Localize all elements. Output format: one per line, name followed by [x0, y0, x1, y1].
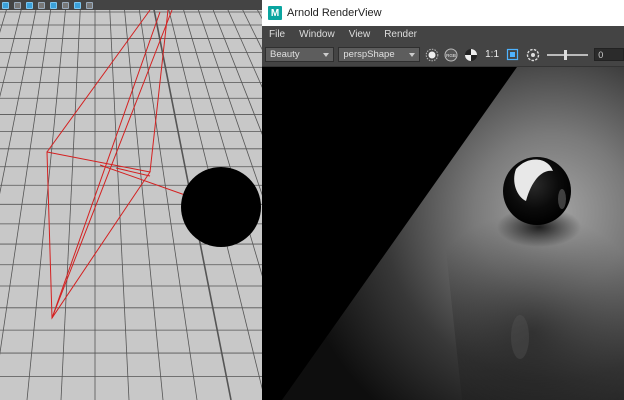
slider-track: [546, 53, 589, 56]
camera-frustum: [51, 11, 161, 319]
reflection-blob: [511, 315, 529, 359]
render-toolbar: Beauty perspShape RGB 1:1 0: [262, 43, 624, 67]
grid-line: [60, 0, 82, 400]
aov-dropdown[interactable]: Beauty: [265, 47, 335, 62]
maya-logo-icon: M: [268, 6, 282, 20]
menu-window[interactable]: Window: [299, 29, 335, 40]
sphere-rim-highlight: [558, 189, 566, 209]
render-image: [262, 67, 624, 400]
grid-line: [0, 0, 24, 98]
aov-selected: Beauty: [270, 49, 300, 60]
rgb-icon: RGB: [444, 48, 458, 61]
zoom-ratio-button[interactable]: 1:1: [485, 49, 499, 60]
crop-region-button[interactable]: [505, 47, 521, 63]
exposure-slider[interactable]: [545, 47, 591, 63]
viewport-toolbar: [0, 0, 262, 10]
grid-line: [108, 0, 130, 400]
title-bar: M Arnold RenderView: [262, 0, 624, 26]
aperture-icon: [526, 48, 539, 61]
menu-bar: File Window View Render: [262, 26, 624, 43]
sphere-icon[interactable]: [26, 1, 33, 9]
render-icon[interactable]: [86, 1, 93, 9]
chevron-down-icon: [408, 52, 415, 57]
grid-line: [0, 0, 10, 33]
rgb-channel-button[interactable]: RGB: [443, 47, 459, 63]
camera-frustum: [46, 9, 151, 153]
light-icon[interactable]: [62, 1, 69, 9]
rendered-scene: [262, 67, 624, 400]
perspective-viewport[interactable]: [0, 0, 262, 400]
camera-dropdown[interactable]: perspShape: [338, 47, 420, 62]
menu-render[interactable]: Render: [384, 29, 417, 40]
camera-icon[interactable]: [74, 1, 81, 9]
viewport-scene[interactable]: [0, 0, 262, 400]
exposure-button[interactable]: [525, 47, 541, 63]
slider-handle[interactable]: [563, 49, 567, 60]
sun-icon: [425, 48, 438, 61]
checker-icon[interactable]: [50, 1, 57, 9]
cube-icon[interactable]: [14, 1, 21, 9]
menu-view[interactable]: View: [349, 29, 371, 40]
display-mode-button[interactable]: [463, 47, 479, 63]
grid-line: [0, 0, 39, 195]
sphere-object: [181, 167, 261, 247]
cube-icon[interactable]: [2, 1, 9, 9]
grid-line: [26, 0, 67, 400]
render-button[interactable]: [424, 47, 440, 63]
sphere-icon[interactable]: [38, 1, 45, 9]
camera-selected: perspShape: [343, 49, 395, 60]
arnold-renderview-window: M Arnold RenderView File Window View Ren…: [262, 0, 624, 400]
exposure-field[interactable]: 0: [594, 48, 624, 61]
crop-icon: [507, 48, 519, 61]
window-title: Arnold RenderView: [287, 7, 382, 19]
chevron-down-icon: [323, 52, 330, 57]
menu-file[interactable]: File: [269, 29, 285, 40]
svg-text:RGB: RGB: [446, 53, 456, 58]
checker-icon: [465, 48, 478, 61]
